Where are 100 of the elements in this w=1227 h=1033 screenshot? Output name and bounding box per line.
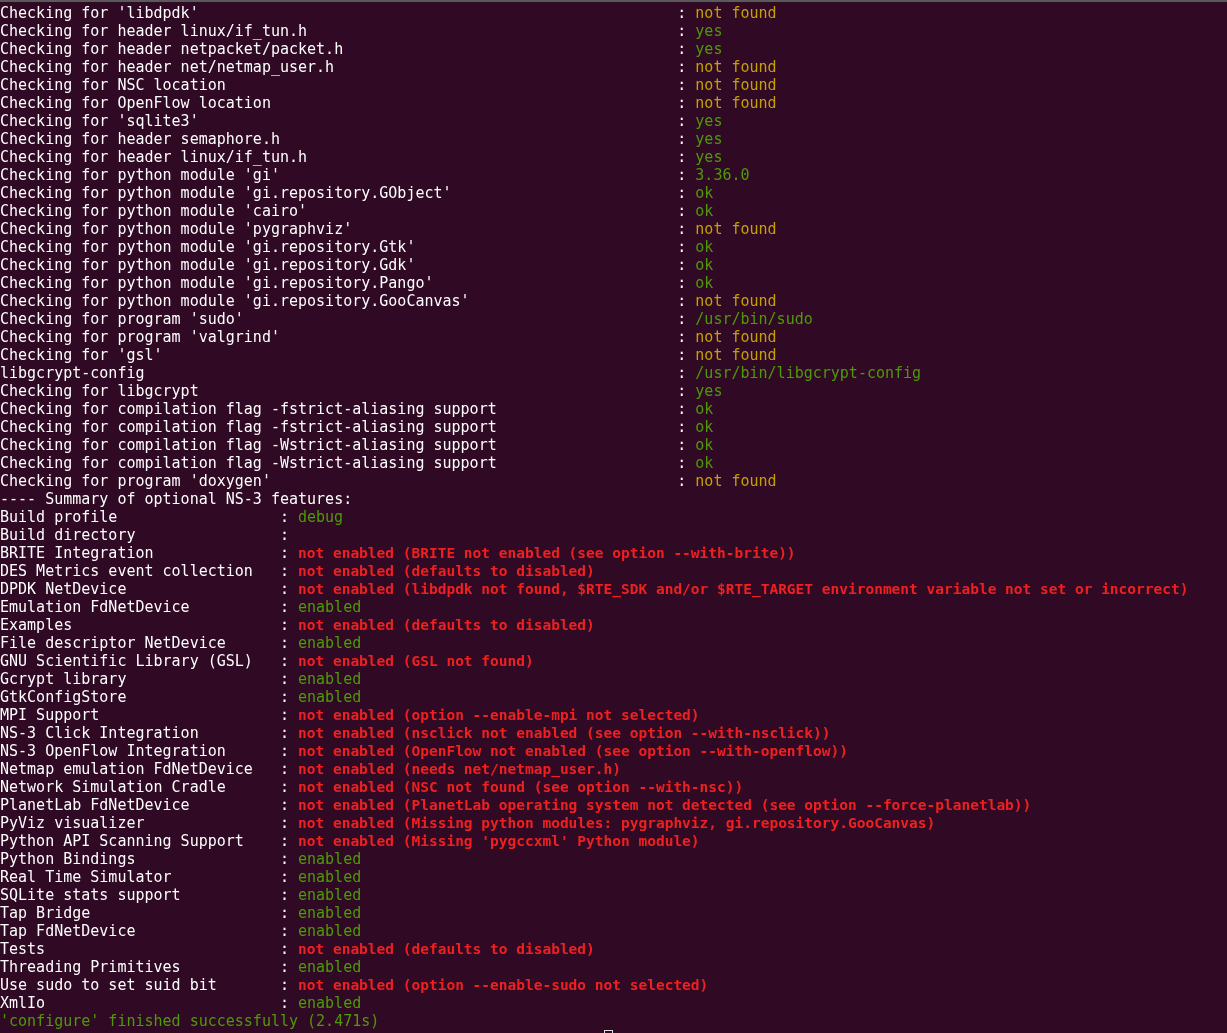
check-label: Checking for python module 'gi.repository.Gtk' bbox=[0, 238, 417, 256]
feature-status: not enabled (Missing python modules: pygraphviz, gi.repository.GooCanvas) bbox=[298, 814, 936, 832]
feature-status: not enabled (OpenFlow not enabled (see option --with-openflow)) bbox=[298, 742, 848, 760]
check-result: yes bbox=[695, 148, 723, 166]
separator-text: : bbox=[279, 634, 289, 652]
check-result: ok bbox=[695, 202, 714, 220]
separator-text: : bbox=[279, 616, 289, 634]
separator-text: : bbox=[677, 256, 687, 274]
check-label: Checking for header semaphore.h bbox=[0, 130, 281, 148]
separator-text: : bbox=[279, 706, 289, 724]
separator-text: : bbox=[677, 292, 687, 310]
separator-text: : bbox=[279, 598, 289, 616]
finished-message: 'configure' finished successfully (2.471s) bbox=[0, 1012, 380, 1030]
feature-name: Python Bindings bbox=[0, 850, 137, 868]
separator-text: : bbox=[279, 796, 289, 814]
separator-text: : bbox=[677, 166, 687, 184]
check-result: not found bbox=[695, 94, 777, 112]
separator-text: : bbox=[677, 4, 687, 22]
check-result: /usr/bin/libgcrypt-config bbox=[695, 364, 922, 382]
feature-status: not enabled (libdpdk not found, $RTE_SDK and/or $RTE_TARGET environment variable not set or incorrect) bbox=[298, 580, 1189, 598]
separator-text: : bbox=[279, 544, 289, 562]
separator-text: : bbox=[279, 976, 289, 994]
check-result: ok bbox=[695, 256, 714, 274]
check-result: ok bbox=[695, 274, 714, 292]
separator-text: : bbox=[677, 436, 687, 454]
feature-status: enabled bbox=[298, 688, 362, 706]
feature-name: Python API Scanning Support bbox=[0, 832, 245, 850]
check-label: Checking for python module 'pygraphviz' bbox=[0, 220, 354, 238]
feature-status: enabled bbox=[298, 868, 362, 886]
feature-status: enabled bbox=[298, 994, 362, 1012]
check-result: not found bbox=[695, 4, 777, 22]
separator-text: : bbox=[279, 904, 289, 922]
feature-status: not enabled (GSL not found) bbox=[298, 652, 534, 670]
feature-name: XmlIo bbox=[0, 994, 47, 1012]
check-result: not found bbox=[695, 76, 777, 94]
feature-status: enabled bbox=[298, 886, 362, 904]
feature-name: Use sudo to set suid bit bbox=[0, 976, 218, 994]
check-label: Checking for 'libdpdk' bbox=[0, 4, 200, 22]
feature-status: not enabled (defaults to disabled) bbox=[298, 616, 595, 634]
feature-status: not enabled (Missing 'pygccxml' Python module) bbox=[298, 832, 700, 850]
feature-name: NS-3 Click Integration bbox=[0, 724, 200, 742]
check-label: Checking for header linux/if_tun.h bbox=[0, 22, 309, 40]
check-result: ok bbox=[695, 184, 714, 202]
separator-text: : bbox=[279, 814, 289, 832]
separator-text: : bbox=[677, 130, 687, 148]
check-result: ok bbox=[695, 400, 714, 418]
summary-heading: ---- Summary of optional NS-3 features: bbox=[0, 490, 353, 508]
check-result: yes bbox=[695, 40, 723, 58]
separator-text: : bbox=[279, 562, 289, 580]
check-result: yes bbox=[695, 22, 723, 40]
check-label: Checking for program 'valgrind' bbox=[0, 328, 281, 346]
separator-text: : bbox=[279, 760, 289, 778]
separator-text: : bbox=[677, 346, 687, 364]
feature-name: Network Simulation Cradle bbox=[0, 778, 227, 796]
feature-name: BRITE Integration bbox=[0, 544, 155, 562]
feature-status: not enabled (PlanetLab operating system not detected (see option --force-planetlab)) bbox=[298, 796, 1032, 814]
feature-status: enabled bbox=[298, 904, 362, 922]
separator-text: : bbox=[677, 382, 687, 400]
check-label: Checking for header linux/if_tun.h bbox=[0, 148, 309, 166]
separator-text: : bbox=[677, 274, 687, 292]
feature-name: NS-3 OpenFlow Integration bbox=[0, 742, 227, 760]
separator-text: : bbox=[677, 328, 687, 346]
separator-text: : bbox=[279, 994, 289, 1012]
separator-text: : bbox=[279, 922, 289, 940]
separator-text: : bbox=[677, 472, 687, 490]
separator-text: : bbox=[279, 580, 289, 598]
check-result: ok bbox=[695, 454, 714, 472]
feature-name: Threading Primitives bbox=[0, 958, 182, 976]
feature-status: enabled bbox=[298, 598, 362, 616]
feature-status: not enabled (defaults to disabled) bbox=[298, 940, 595, 958]
feature-name: DES Metrics event collection bbox=[0, 562, 254, 580]
separator-text: : bbox=[279, 652, 289, 670]
separator-text: : bbox=[677, 418, 687, 436]
check-result: 3.36.0 bbox=[695, 166, 750, 184]
check-result: not found bbox=[695, 292, 777, 310]
feature-status: debug bbox=[298, 508, 344, 526]
check-label: Checking for python module 'gi.repository.Gdk' bbox=[0, 256, 417, 274]
feature-name: PyViz visualizer bbox=[0, 814, 146, 832]
separator-text: : bbox=[677, 220, 687, 238]
feature-status: enabled bbox=[298, 670, 362, 688]
separator-text: : bbox=[677, 184, 687, 202]
check-label: Checking for program 'doxygen' bbox=[0, 472, 272, 490]
feature-name: Emulation FdNetDevice bbox=[0, 598, 191, 616]
check-result: ok bbox=[695, 418, 714, 436]
feature-status: not enabled (option --enable-mpi not selected) bbox=[298, 706, 700, 724]
check-result: yes bbox=[695, 382, 723, 400]
check-result: not found bbox=[695, 58, 777, 76]
feature-status: not enabled (defaults to disabled) bbox=[298, 562, 595, 580]
feature-status: enabled bbox=[298, 850, 362, 868]
separator-text: : bbox=[677, 40, 687, 58]
feature-name: PlanetLab FdNetDevice bbox=[0, 796, 191, 814]
feature-status: not enabled (NSC not found (see option --with-nsc)) bbox=[298, 778, 744, 796]
separator-text: : bbox=[279, 886, 289, 904]
separator-text: : bbox=[677, 454, 687, 472]
separator-text: : bbox=[677, 364, 687, 382]
check-label: Checking for OpenFlow location bbox=[0, 94, 272, 112]
separator-text: : bbox=[279, 508, 289, 526]
separator-text: : bbox=[279, 724, 289, 742]
check-label: Checking for program 'sudo' bbox=[0, 310, 245, 328]
separator-text: : bbox=[279, 526, 289, 544]
